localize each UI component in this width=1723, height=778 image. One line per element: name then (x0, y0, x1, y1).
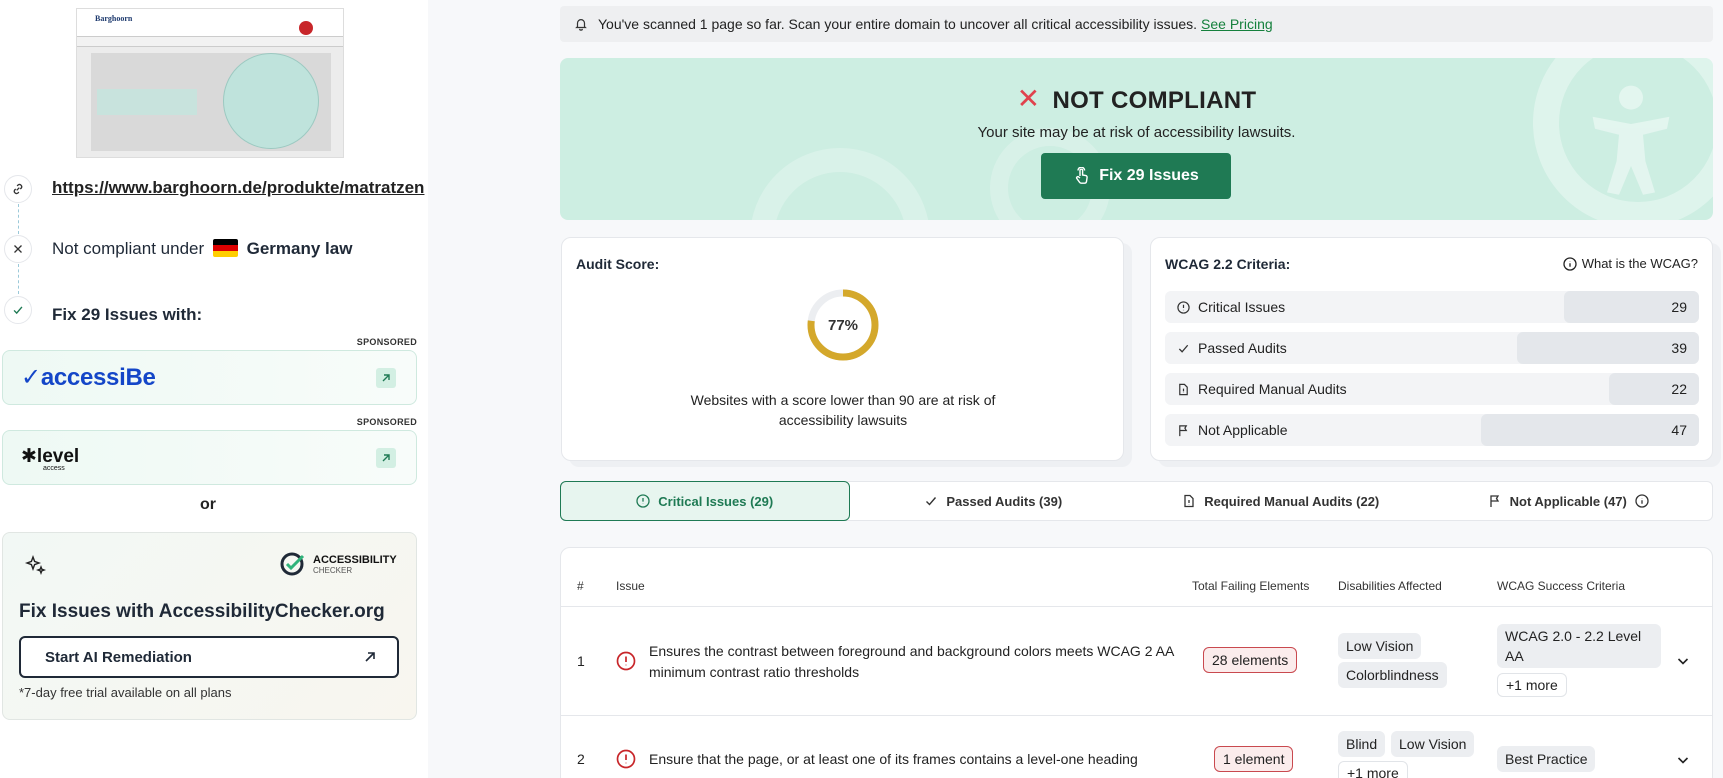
bell-icon (575, 19, 587, 31)
compliance-subtitle: Your site may be at risk of accessibilit… (977, 124, 1296, 141)
tab-passed-audits[interactable]: Passed Audits (39) (850, 482, 1138, 520)
alert-circle-icon (616, 651, 636, 671)
thumbnail-logo: Barghoorn (95, 14, 133, 23)
x-icon: ✕ (1016, 83, 1041, 114)
col-header-disabilities: Disabilities Affected (1338, 579, 1442, 593)
tab-not-applicable[interactable]: Not Applicable (47) (1425, 482, 1713, 520)
sponsored-label: SPONSORED (356, 417, 417, 427)
info-icon (1563, 256, 1577, 271)
issue-description: Ensure that the page, or at least one of… (649, 751, 1138, 767)
chevron-down-icon[interactable] (1675, 653, 1691, 669)
scan-info-banner: You've scanned 1 page so far. Scan your … (560, 6, 1713, 42)
disability-tag: Low Vision (1338, 633, 1422, 659)
compliance-hero: ✕ NOT COMPLIANT Your site may be at risk … (560, 58, 1713, 220)
accessibe-sponsor-card[interactable]: ✓accessiBe (2, 350, 417, 405)
close-icon (4, 235, 32, 263)
wcag-row-na[interactable]: Not Applicable 47 (1165, 414, 1699, 446)
check-icon (926, 497, 937, 506)
audit-score-value: 77% (827, 316, 859, 334)
fix-heading: Fix 29 Issues with: (52, 305, 203, 324)
scanned-url[interactable]: https://www.barghoorn.de/produkte/matrat… (52, 178, 428, 198)
col-header-issue: Issue (616, 579, 645, 593)
pointer-hand-icon (1076, 167, 1088, 184)
wcag-criteria-card: WCAG 2.2 Criteria: What is the WCAG? Cri… (1150, 237, 1713, 461)
alert-circle-icon (1177, 300, 1190, 314)
wcag-row-passed[interactable]: Passed Audits 39 (1165, 332, 1699, 364)
col-header-failing: Total Failing Elements (1192, 579, 1310, 593)
sparkle-icon (24, 554, 47, 576)
trial-note: *7-day free trial available on all plans (19, 685, 232, 700)
see-pricing-link[interactable]: See Pricing (1201, 16, 1273, 32)
disability-tag: Blind (1338, 731, 1386, 757)
info-icon[interactable] (1635, 494, 1649, 508)
accessibe-logo: ✓accessiBe (21, 364, 156, 391)
disability-tag: Colorblindness (1338, 662, 1447, 688)
col-header-num: # (577, 579, 584, 593)
document-icon (1184, 494, 1194, 508)
issue-description: Ensures the contrast between foreground … (649, 643, 1174, 680)
check-icon (1178, 344, 1189, 353)
check-icon (4, 296, 32, 324)
flag-icon (1489, 495, 1499, 507)
failing-elements-badge: 1 element (1214, 746, 1294, 772)
failing-elements-badge: 28 elements (1203, 647, 1298, 673)
audit-score-title: Audit Score: (576, 256, 660, 272)
criteria-more-tag[interactable]: +1 more (1497, 673, 1567, 697)
left-panel: Barghoorn https://www.barghoorn.de/produ… (0, 0, 428, 778)
wcag-criteria-tag: WCAG 2.0 - 2.2 Level AA (1497, 624, 1661, 668)
page-screenshot-thumbnail: Barghoorn (76, 8, 344, 158)
start-ai-remediation-button[interactable]: Start AI Remediation (19, 636, 399, 678)
chevron-down-icon[interactable] (1675, 752, 1691, 768)
germany-flag-icon (212, 239, 238, 257)
disabilities-more-tag[interactable]: +1 more (1338, 761, 1408, 778)
flag-icon (1179, 424, 1188, 436)
what-is-wcag-link[interactable]: What is the WCAG? (1563, 256, 1698, 271)
wcag-title: WCAG 2.2 Criteria: (1165, 256, 1291, 272)
banner-text: You've scanned 1 page so far. Scan your … (598, 16, 1198, 32)
sponsored-label: SPONSORED (356, 337, 417, 347)
compliance-prefix: Not compliant under (52, 239, 205, 258)
wcag-criteria-tag: Best Practice (1497, 746, 1596, 772)
external-link-icon[interactable] (376, 368, 396, 388)
alert-circle-icon (616, 749, 636, 769)
disability-tag: Low Vision (1391, 731, 1475, 757)
tab-required-manual-audits[interactable]: Required Manual Audits (22) (1137, 482, 1425, 520)
compliance-status: Not compliant under Germany law (52, 239, 352, 259)
issue-tabs: Critical Issues (29) Passed Audits (39) … (560, 481, 1713, 521)
levelaccess-logo: ✱level access (21, 446, 80, 472)
link-icon (4, 175, 32, 203)
accessibilitychecker-card: ACCESSIBILITY CHECKER Fix Issues with Ac… (2, 532, 417, 720)
accessibility-checker-logo: ACCESSIBILITY CHECKER (279, 549, 397, 579)
or-divider: or (200, 496, 216, 513)
external-link-icon[interactable] (376, 448, 396, 468)
compliance-country: Germany law (246, 239, 353, 258)
col-header-criteria: WCAG Success Criteria (1497, 579, 1626, 593)
ac-title: Fix Issues with AccessibilityChecker.org (19, 601, 385, 622)
issues-table: # Issue Total Failing Elements Disabilit… (560, 547, 1713, 778)
fix-issues-button[interactable]: Fix 29 Issues (1041, 153, 1231, 199)
audit-score-note: Websites with a score lower than 90 are … (690, 392, 996, 428)
wcag-row-manual[interactable]: Required Manual Audits 22 (1165, 373, 1699, 405)
audit-score-card: Audit Score: 77% Websites with a score l… (561, 237, 1124, 461)
alert-circle-icon (636, 494, 650, 508)
document-icon (1179, 383, 1188, 395)
levelaccess-sponsor-card[interactable]: ✱level access (2, 430, 417, 485)
arrow-up-right-icon (365, 652, 375, 662)
compliance-title: ✕ NOT COMPLIANT (1016, 83, 1257, 114)
wcag-row-critical[interactable]: Critical Issues 29 (1165, 291, 1699, 323)
tab-critical-issues[interactable]: Critical Issues (29) (560, 481, 850, 521)
